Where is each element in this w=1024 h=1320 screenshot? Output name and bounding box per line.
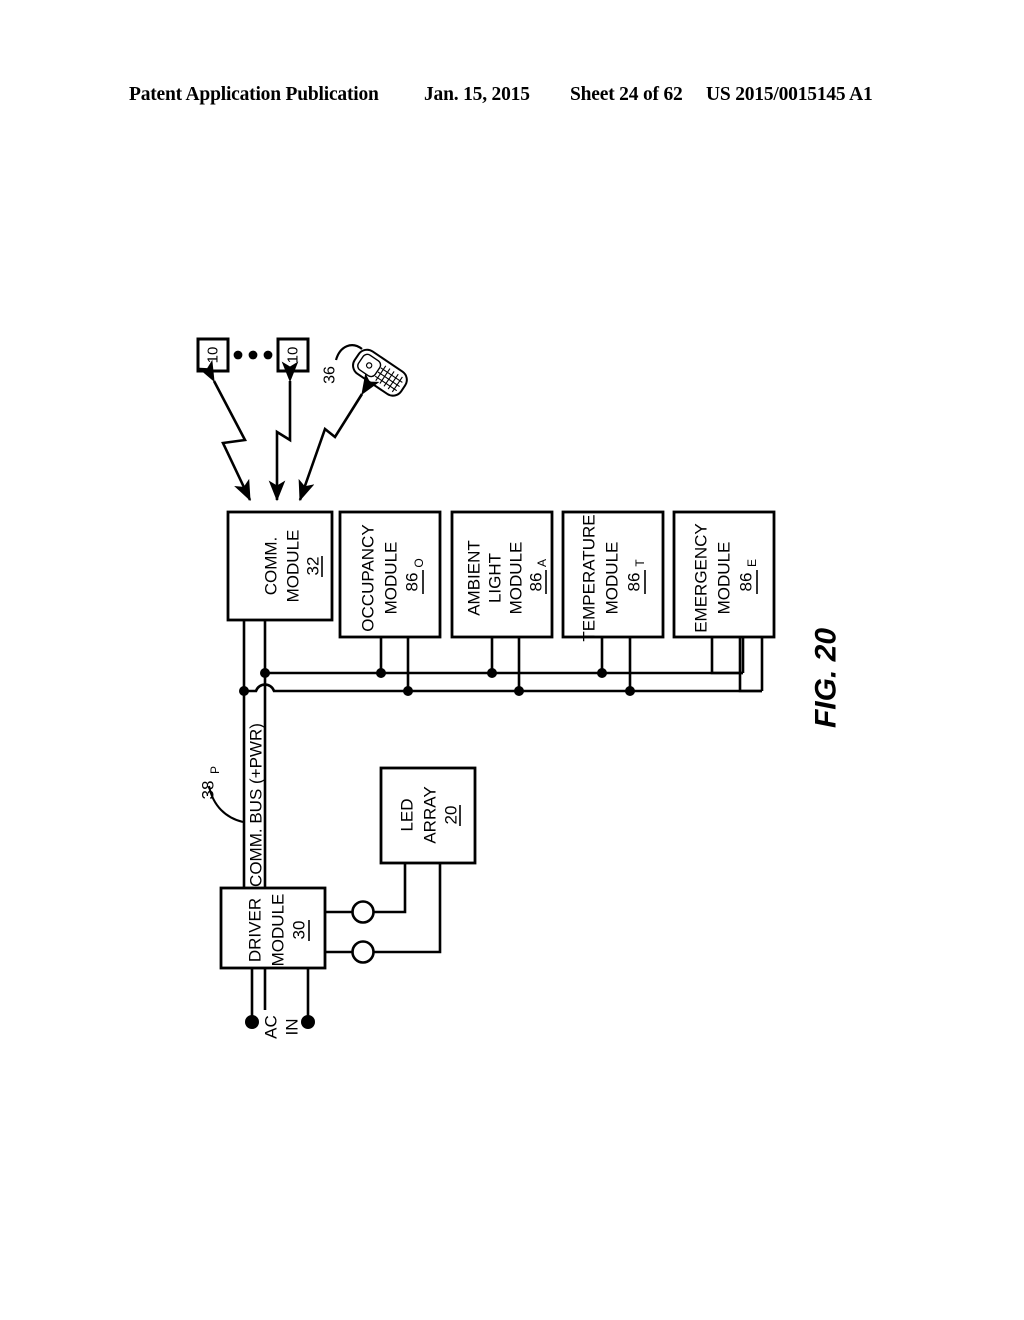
driver-module-line2: MODULE xyxy=(269,894,288,967)
driver-module-ref: 30 xyxy=(290,921,309,940)
luminaire-node-a: 10 xyxy=(196,337,230,373)
comm-bus-annotation: COMM. BUS (+PWR) 38 P xyxy=(199,723,266,887)
mobile-phone-ref: 36 xyxy=(322,366,339,384)
comm-module-block: COMM. MODULE 32 xyxy=(226,510,334,622)
ambient-light-module-block: AMBIENT LIGHT MODULE 86 A xyxy=(450,510,554,639)
ambient-light-module-ref-sub: A xyxy=(535,559,549,567)
figure-number-label: FIG. 20 xyxy=(810,628,843,728)
emergency-module-line1: EMERGENCY xyxy=(692,523,711,633)
ambient-light-module-line1: AMBIENT xyxy=(465,540,484,616)
ambient-light-module-line2: LIGHT xyxy=(486,553,505,603)
comm-bus-label: COMM. BUS (+PWR) xyxy=(247,723,266,887)
emergency-module-block: EMERGENCY MODULE 86 E xyxy=(672,510,776,639)
temperature-module-ref-sub: T xyxy=(633,559,647,567)
comm-bus-ref-sub: P xyxy=(208,766,222,774)
comm-module-line2: MODULE xyxy=(284,530,303,603)
occupancy-module-ref-sub: O xyxy=(412,558,426,567)
luminaire-node-b: 10 xyxy=(276,337,310,373)
temperature-module-ref: 86 xyxy=(625,573,644,592)
led-array-line2: ARRAY xyxy=(421,786,440,843)
ellipsis-dots xyxy=(233,350,273,360)
emergency-module-line2: MODULE xyxy=(715,542,734,615)
ac-in-line1: AC xyxy=(262,1015,281,1039)
driver-module-line1: DRIVER xyxy=(246,898,265,962)
occupancy-module-ref: 86 xyxy=(403,573,422,592)
led-array-block: LED ARRAY 20 xyxy=(379,766,477,865)
led-connector-terminals xyxy=(351,900,375,964)
ac-in-label: AC IN xyxy=(262,1015,302,1039)
ambient-light-module-line3: MODULE xyxy=(507,542,526,615)
comm-module-ref: 32 xyxy=(304,557,323,576)
driver-module-block: DRIVER MODULE 30 xyxy=(219,886,327,970)
ambient-light-module-ref: 86 xyxy=(527,573,546,592)
occupancy-module-line1: OCCUPANCY xyxy=(359,524,378,631)
ac-in-line2: IN xyxy=(283,1019,302,1036)
occupancy-module-block: OCCUPANCY MODULE 86 O xyxy=(338,510,442,639)
luminaire-b-ref: 10 xyxy=(285,347,302,364)
rf-link-center xyxy=(268,361,299,502)
emergency-module-ref-sub: E xyxy=(745,559,759,567)
emergency-module-ref: 86 xyxy=(737,573,756,592)
rf-link-right xyxy=(298,373,380,502)
occupancy-module-line2: MODULE xyxy=(382,542,401,615)
luminaire-a-ref: 10 xyxy=(205,347,222,364)
comm-bus-ref: 38 xyxy=(199,781,218,800)
led-array-line1: LED xyxy=(398,798,417,831)
led-array-ref: 20 xyxy=(442,806,461,825)
comm-module-line1: COMM. xyxy=(262,537,281,596)
temperature-module-line2: MODULE xyxy=(603,542,622,615)
mobile-phone-icon: 36 xyxy=(322,344,408,397)
temperature-module-block: TEMPERATURE MODULE 86 T xyxy=(561,510,665,642)
rf-link-left xyxy=(197,359,252,502)
temperature-module-line1: TEMPERATURE xyxy=(580,514,599,641)
figure-drawing: 10 10 36 COMM. MODULE 32 OCCUPANCY MODUL… xyxy=(0,0,1024,1320)
